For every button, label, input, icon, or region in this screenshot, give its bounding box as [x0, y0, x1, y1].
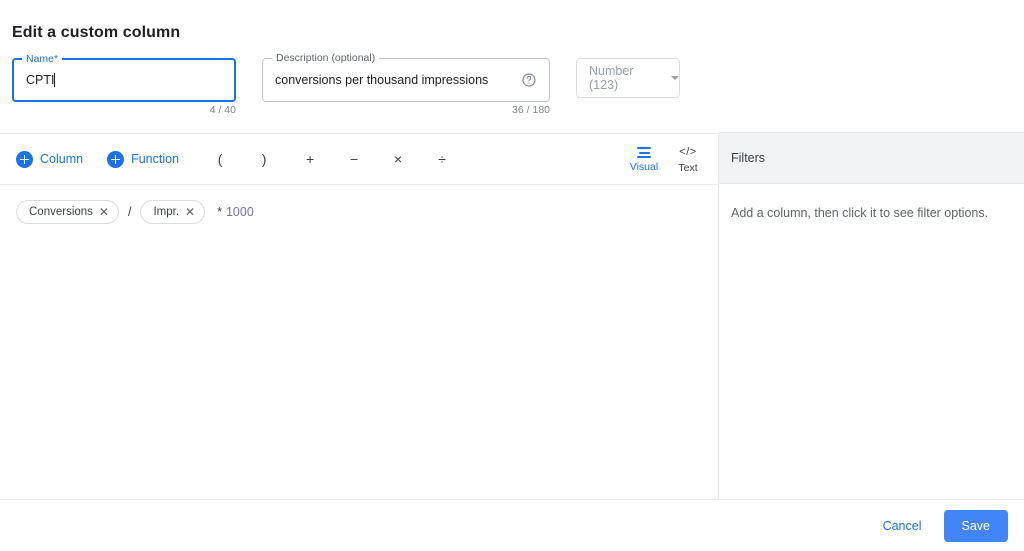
add-column-button[interactable]: Column	[12, 150, 87, 168]
chip-label: Conversions	[29, 206, 93, 218]
formula-operator-multiply: *	[217, 205, 222, 219]
formula-chip-conversions[interactable]: Conversions ✕	[16, 200, 119, 224]
formula-editor[interactable]: Conversions ✕ / Impr. ✕ * 1000	[0, 186, 718, 499]
operator-paren-close-button[interactable]: )	[251, 151, 277, 167]
tab-text[interactable]: </> Text	[666, 134, 710, 186]
close-icon[interactable]: ✕	[185, 206, 195, 218]
name-field-group: Name* CPTI 4 / 40	[12, 53, 236, 116]
lines-icon	[637, 147, 651, 158]
filters-empty-message: Add a column, then click it to see filte…	[731, 206, 989, 220]
operator-paren-open-button[interactable]: (	[207, 151, 233, 167]
text-caret	[54, 73, 56, 87]
add-function-button[interactable]: Function	[103, 150, 183, 168]
add-column-label: Column	[40, 152, 84, 166]
data-format-value: Number (123)	[589, 64, 634, 92]
filters-panel: Filters Add a column, then click it to s…	[718, 132, 1024, 499]
help-circle-icon[interactable]	[521, 72, 537, 88]
formula-toolbar: Column Function ( ) + − × ÷ Visual </> T…	[0, 133, 718, 185]
data-format-select[interactable]: Number (123)	[576, 58, 680, 98]
close-icon[interactable]: ✕	[99, 206, 109, 218]
plus-circle-icon	[107, 150, 125, 168]
name-input-value: CPTI	[26, 73, 56, 87]
description-field-label: Description (optional)	[272, 52, 380, 64]
description-input-value: conversions per thousand impressions	[275, 73, 489, 87]
filters-header: Filters	[719, 132, 1024, 184]
operator-multiply-button[interactable]: ×	[385, 151, 411, 167]
chip-label: Impr.	[153, 206, 180, 218]
plus-circle-icon	[16, 150, 33, 168]
tab-visual[interactable]: Visual	[622, 134, 666, 186]
name-char-counter: 4 / 40	[209, 104, 236, 116]
operator-divide-button[interactable]: ÷	[429, 151, 455, 167]
description-char-counter: 36 / 180	[512, 104, 550, 116]
add-function-label: Function	[131, 152, 180, 166]
operator-minus-button[interactable]: −	[341, 151, 367, 167]
formula-chip-impressions[interactable]: Impr. ✕	[140, 200, 206, 224]
data-format-group: Data format Number (123)	[576, 58, 680, 98]
view-mode-toggle: Visual </> Text	[622, 134, 718, 186]
formula-number-literal: 1000	[225, 205, 254, 219]
cancel-button[interactable]: Cancel	[873, 511, 932, 541]
description-input[interactable]: Description (optional) conversions per t…	[262, 52, 550, 102]
tab-text-label: Text	[678, 162, 698, 174]
edit-custom-column-dialog: Edit a custom column Name* CPTI 4 / 40 D…	[0, 0, 1024, 551]
chevron-down-icon	[671, 76, 679, 80]
dialog-footer: Cancel Save	[0, 499, 1024, 551]
formula-expression: Conversions ✕ / Impr. ✕ * 1000	[0, 186, 718, 224]
formula-operator-divide: /	[127, 205, 132, 219]
code-brackets-icon: </>	[679, 146, 697, 158]
page-title: Edit a custom column	[12, 24, 181, 41]
tab-visual-label: Visual	[629, 161, 659, 173]
operator-plus-button[interactable]: +	[297, 151, 323, 167]
name-input[interactable]: Name* CPTI	[12, 53, 236, 102]
fields-row: Name* CPTI 4 / 40 Description (optional)…	[0, 52, 1024, 118]
description-field-group: Description (optional) conversions per t…	[262, 52, 550, 116]
name-field-label: Name*	[22, 53, 63, 65]
save-button[interactable]: Save	[943, 509, 1008, 542]
